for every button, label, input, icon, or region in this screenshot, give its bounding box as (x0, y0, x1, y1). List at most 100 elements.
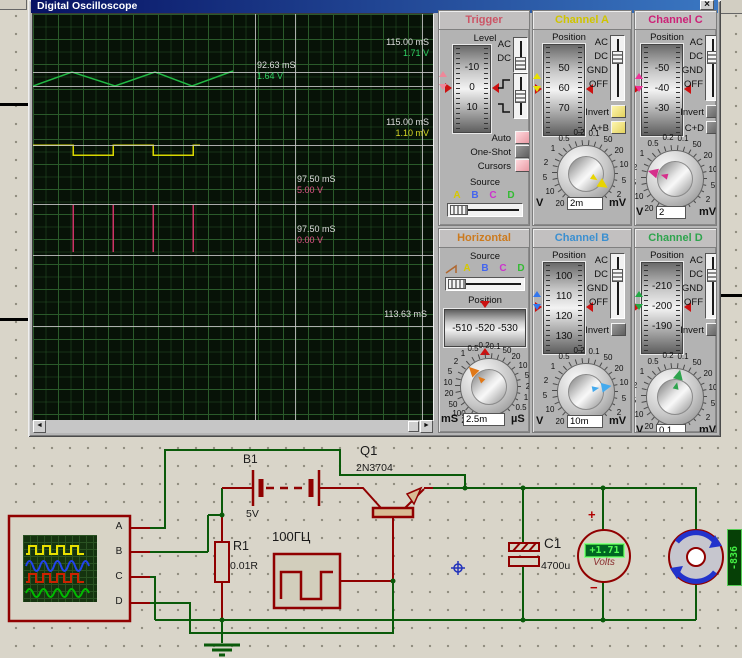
voltmeter-plus: + (588, 507, 596, 522)
knob-scale-value: 5 (440, 367, 460, 376)
auto-button[interactable] (515, 131, 530, 144)
measurement-time: 92.63 mS (257, 60, 296, 71)
coupling-switch-channel-a[interactable] (610, 35, 625, 101)
coupling-label-gnd: GND (578, 283, 608, 294)
invert-button-channel-d[interactable] (706, 323, 717, 336)
background-wire (721, 294, 742, 297)
knob-scale-value: 20 (506, 352, 526, 361)
knob-scale-value: 10 (614, 378, 632, 387)
cursor-horizontal[interactable] (33, 204, 433, 205)
unit-left-label: V (536, 197, 543, 209)
measurement-time: 115.00 mS (386, 37, 429, 48)
gain-value-channel-a[interactable]: 2m (567, 197, 603, 210)
timebase-knob-dome[interactable] (471, 369, 507, 405)
invert-button-channel-a[interactable] (611, 105, 626, 118)
unit-left-label: mS (441, 413, 458, 425)
background-window-fragment (0, 0, 27, 10)
knob-scale-value: 20 (439, 389, 459, 398)
invert-button-channel-c[interactable] (706, 105, 717, 118)
knob-scale-value: 10 (438, 378, 458, 387)
timebase-value[interactable]: 2.5m (463, 413, 505, 426)
cursor-vertical[interactable] (255, 14, 256, 420)
knob-scale-value: 0.5 (511, 403, 530, 412)
knob-scale-value: 10 (540, 187, 560, 196)
channel-marker-channel-d-down-icon (635, 304, 643, 310)
unit-right-label: mV (699, 206, 716, 218)
motor-rpm-display: -836 (727, 529, 742, 586)
c-d-button-channel-c[interactable] (706, 121, 717, 134)
hsource-channel-a: A (461, 263, 473, 274)
a-b-button-channel-a[interactable] (611, 121, 626, 134)
cursor-vertical[interactable] (422, 14, 423, 420)
hsource-channel-d: D (515, 263, 527, 274)
display-scrollbar[interactable]: ◄ ► (33, 420, 433, 433)
close-icon[interactable]: × (700, 0, 714, 10)
trigger-coupling-switch[interactable] (513, 37, 528, 73)
trigger-source-slider[interactable] (447, 203, 523, 217)
gain-knob-channel-c-dome[interactable] (657, 161, 693, 197)
cursors-button[interactable] (515, 159, 530, 172)
cursor-horizontal[interactable] (33, 255, 433, 256)
cursor-horizontal[interactable] (33, 86, 433, 87)
wire (150, 581, 393, 633)
cursor-horizontal[interactable] (33, 72, 433, 73)
trigger-edge-switch[interactable] (513, 73, 528, 119)
coupling-label-ac: AC (578, 37, 608, 48)
hgauge-marker-top-icon (480, 301, 490, 308)
coupling-switch-channel-d[interactable] (705, 253, 717, 319)
switch-thumb[interactable] (515, 90, 526, 103)
coupling-switch-channel-b[interactable] (610, 253, 625, 319)
gain-value-channel-b[interactable]: 10m (567, 415, 603, 428)
resistor-body (215, 542, 229, 582)
gain-knob-channel-b-pointer-small-icon (591, 385, 599, 392)
gain-value-channel-d[interactable]: 0.1 (656, 424, 686, 433)
measurement-value: 5.00 V (297, 185, 323, 196)
slider-thumb[interactable] (448, 279, 466, 289)
switch-thumb[interactable] (707, 51, 717, 64)
rising-edge-icon (497, 77, 511, 89)
coupling-label-ac: AC (673, 255, 703, 266)
invert-button-channel-b[interactable] (611, 323, 626, 336)
schematic-label: 0.01R (230, 560, 258, 572)
coupling-switch-channel-c[interactable] (705, 35, 717, 101)
cursor-vertical[interactable] (295, 14, 296, 420)
knob-scale-value: 50 (687, 358, 707, 367)
gain-value-channel-c[interactable]: 2 (656, 206, 686, 219)
cursor-horizontal[interactable] (33, 326, 433, 327)
knob-scale-value: 2 (536, 376, 556, 385)
coupling-label-dc: DC (578, 269, 608, 280)
slider-thumb[interactable] (450, 205, 468, 215)
capacitor-plate-bottom (509, 557, 539, 566)
mini-trace-a (26, 546, 84, 554)
switch-thumb[interactable] (515, 57, 526, 70)
knob-scale-value: 10 (703, 165, 717, 174)
hsource-channel-c: C (497, 263, 509, 274)
cursor-horizontal[interactable] (33, 145, 433, 146)
one-shot-button[interactable] (515, 145, 530, 158)
knob-scale-value: 2 (536, 158, 556, 167)
scope-pin-label-b: B (112, 546, 126, 557)
ground-icon (204, 645, 240, 655)
knob-scale-value: 50 (598, 135, 618, 144)
trigger-coupling-dc: DC (483, 53, 511, 64)
knob-scale-value: 20 (609, 146, 629, 155)
panel-title-channel-b: Channel B (533, 229, 631, 248)
knob-scale-value: 5 (517, 371, 530, 380)
scroll-left-icon[interactable]: ◄ (33, 420, 46, 433)
scroll-right-icon[interactable]: ► (420, 420, 433, 433)
trigger-marker-up-icon (439, 71, 447, 77)
scroll-thumb[interactable] (408, 421, 419, 432)
channel-marker-channel-b-up-icon (533, 291, 541, 297)
switch-thumb[interactable] (707, 269, 717, 282)
knob-scale-value: 50 (443, 400, 463, 409)
unit-right-label: mV (609, 415, 626, 427)
gain-knob-channel-b-dome[interactable] (568, 374, 604, 410)
scope-pin-label-c: C (112, 571, 126, 582)
switch-thumb[interactable] (612, 269, 623, 282)
source-channel-b: B (469, 190, 481, 201)
trace-channel-a (33, 145, 200, 155)
unit-right-label: mV (609, 197, 626, 209)
horizontal-source-slider[interactable] (445, 277, 525, 291)
measurement-value: 0.00 V (297, 235, 323, 246)
switch-thumb[interactable] (612, 51, 623, 64)
